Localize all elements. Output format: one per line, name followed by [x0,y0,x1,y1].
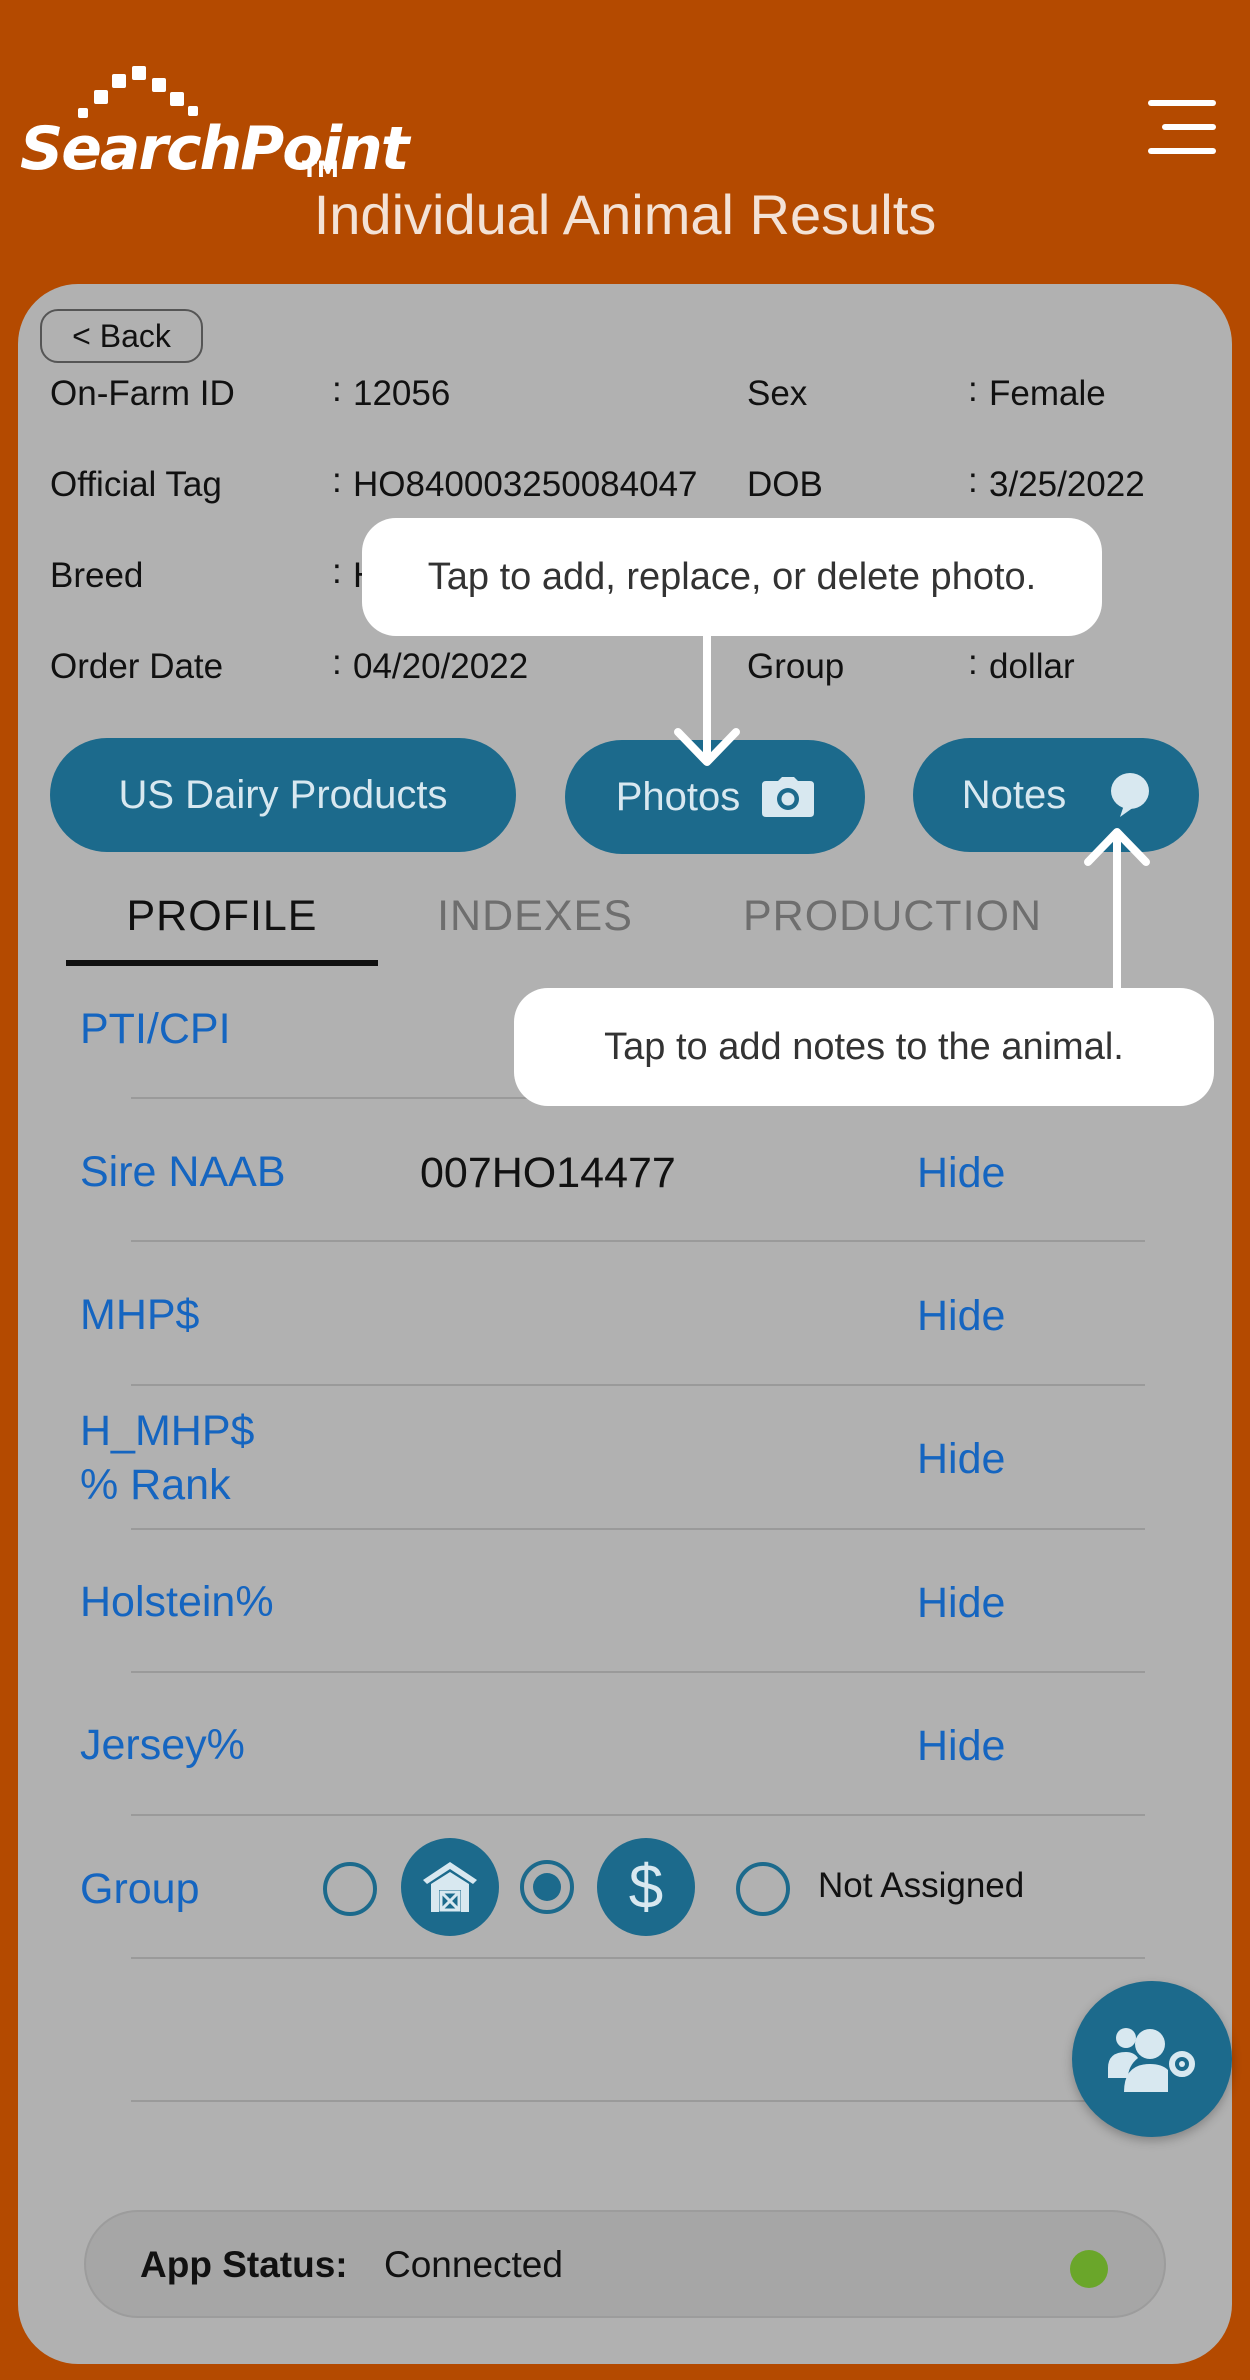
user-settings-icon[interactable] [1072,1981,1232,2137]
hide-jersey-link[interactable]: Hide [917,1722,1005,1771]
photo-tooltip-text: Tap to add, replace, or delete photo. [427,555,1037,598]
status-indicator-dot [1070,2250,1108,2288]
notes-button[interactable]: Notes [913,738,1199,852]
divider [131,1528,1145,1530]
row-label-mhp: MHP$ [80,1291,200,1339]
hide-sire-naab-link[interactable]: Hide [917,1149,1005,1198]
notes-tooltip-arrow [1084,828,1150,990]
app-status-bar: App Status: Connected [84,2210,1166,2318]
divider [131,1957,1145,1959]
us-dairy-products-label: US Dairy Products [118,772,448,817]
speech-bubble-icon [1110,773,1150,817]
active-tab-indicator [66,960,378,966]
separator: : [332,552,342,591]
hide-mhp-link[interactable]: Hide [917,1292,1005,1341]
notes-label: Notes [961,772,1067,817]
app-status-label: App Status: [140,2244,348,2285]
row-label-h-mhp-line1: H_MHP$ [80,1407,255,1455]
logo-dot [112,74,126,88]
on-farm-id-label: On-Farm ID [50,374,235,413]
divider [131,1671,1145,1673]
group-value: dollar [989,647,1075,686]
notes-tooltip-text: Tap to add notes to the animal. [604,1025,1124,1068]
searchpoint-logo: SearchPoint TM [20,66,409,196]
group-radio-dollar[interactable] [520,1860,574,1914]
separator: : [968,461,978,500]
barn-icon [401,1838,499,1936]
on-farm-id-value: 12056 [353,374,451,413]
group-radio-barn[interactable] [323,1862,377,1916]
hide-holstein-link[interactable]: Hide [917,1579,1005,1628]
photo-tooltip: Tap to add, replace, or delete photo. [362,518,1102,636]
order-date-value: 04/20/2022 [353,647,529,686]
row-label-sire-naab: Sire NAAB [80,1148,286,1196]
logo-dot [132,66,146,80]
logo-dot [170,92,184,106]
divider [131,1814,1145,1816]
not-assigned-label: Not Assigned [818,1866,1025,1905]
hide-h-mhp-rank-link[interactable]: Hide [917,1435,1005,1484]
order-date-label: Order Date [50,647,224,686]
dob-value: 3/25/2022 [989,465,1145,504]
row-label-group: Group [80,1865,200,1913]
divider [131,1384,1145,1386]
official-tag-label: Official Tag [50,465,222,504]
row-label-jersey: Jersey% [80,1721,245,1769]
row-label-pti-cpi: PTI/CPI [80,1005,231,1053]
tab-production[interactable]: PRODUCTION [730,892,1055,941]
photos-label: Photos [615,774,741,819]
logo-text: SearchPoint [20,114,409,184]
separator: : [968,643,978,682]
radio-selected-dot [533,1873,561,1901]
notes-tooltip: Tap to add notes to the animal. [514,988,1214,1106]
group-radio-not-assigned[interactable] [736,1862,790,1916]
us-dairy-products-button[interactable]: US Dairy Products [50,738,516,852]
group-label: Group [747,647,845,686]
logo-trademark: TM [302,158,339,183]
separator: : [332,461,342,500]
row-label-holstein: Holstein% [80,1578,274,1626]
camera-icon [762,777,815,817]
sex-label: Sex [747,374,808,413]
row-value-sire-naab: 007HO14477 [420,1149,676,1197]
separator: : [968,370,978,409]
sex-value: Female [989,374,1106,413]
tab-indexes[interactable]: INDEXES [420,892,650,941]
tab-profile[interactable]: PROFILE [66,892,378,941]
back-button[interactable]: < Back [40,309,203,363]
separator: : [332,370,342,409]
hamburger-menu-icon[interactable] [1148,100,1216,156]
app-status-value: Connected [384,2244,563,2285]
separator: : [332,643,342,682]
breed-label: Breed [50,556,144,595]
divider [131,2100,1145,2102]
page-title: Individual Animal Results [313,183,937,246]
dob-label: DOB [747,465,823,504]
dollar-icon: $ [597,1838,695,1936]
logo-dot [94,90,108,104]
logo-dot [152,78,166,92]
divider [131,1240,1145,1242]
row-label-h-mhp-line2: % Rank [80,1461,231,1509]
photo-tooltip-arrow [674,636,740,766]
dollar-glyph: $ [628,1852,664,1922]
official-tag-value: HO840003250084047 [353,465,698,504]
